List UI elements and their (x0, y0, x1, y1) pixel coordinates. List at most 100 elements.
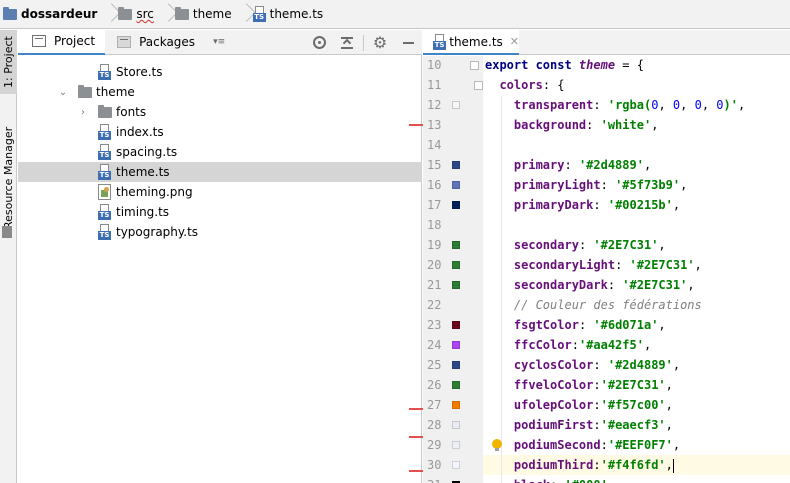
code-area[interactable]: export const theme = { colors: { transpa… (483, 56, 790, 483)
line-number: 13 (427, 118, 442, 132)
line-number: 14 (427, 138, 442, 152)
code-line[interactable]: background: 'white', (483, 115, 790, 135)
typescript-file-icon: TS (98, 164, 111, 180)
tree-item-typography-ts[interactable]: TS typography.ts (18, 222, 422, 242)
tool-tab-project[interactable]: 1: Project (0, 30, 17, 94)
breadcrumb-separator (160, 0, 170, 29)
folder-icon (118, 6, 133, 20)
color-swatch-icon[interactable] (452, 161, 460, 169)
tree-item-timing-ts[interactable]: TS timing.ts (18, 202, 422, 222)
color-swatch-icon[interactable] (452, 401, 460, 409)
code-line[interactable]: ffcColor:'#aa42f5', (483, 335, 790, 355)
folder-icon (3, 6, 17, 20)
hide-panel-button[interactable] (394, 30, 422, 55)
code-editor: TS theme.ts ✕ 10 11 12 13 14 15 16 17 18 19 20 21 22… (423, 30, 790, 483)
tree-item-theme-folder[interactable]: ⌄ theme (18, 82, 422, 102)
color-swatch-icon[interactable] (452, 261, 460, 269)
change-marker (409, 470, 423, 472)
tree-item-theming-png[interactable]: theming.png (18, 182, 422, 202)
line-number: 18 (427, 218, 442, 232)
code-line[interactable]: primary: '#2d4889', (483, 155, 790, 175)
line-number: 22 (427, 298, 442, 312)
tree-item-theme-ts[interactable]: TS theme.ts (18, 162, 422, 182)
typescript-file-icon: TS (98, 144, 111, 160)
project-panel-tabs: Project Packages ▾≡ ⚙ (18, 29, 422, 55)
code-line[interactable]: transparent: 'rgba(0, 0, 0, 0)', (483, 95, 790, 115)
close-icon[interactable]: ✕ (510, 35, 519, 48)
toolbar-divider (363, 34, 364, 51)
code-line[interactable] (483, 215, 790, 235)
typescript-file-icon: TS (98, 204, 111, 220)
fold-marker-icon[interactable] (474, 81, 483, 90)
code-line[interactable]: black: '#000', (483, 475, 790, 483)
code-line[interactable]: fsgtColor: '#6d071a', (483, 315, 790, 335)
collapse-all-button[interactable] (333, 30, 361, 55)
packages-view-icon (117, 36, 132, 48)
change-marker (409, 124, 423, 126)
editor-tabs: TS theme.ts ✕ (423, 30, 790, 55)
code-line[interactable]: podiumThird:'#f4f6fd', (483, 455, 790, 475)
color-swatch-icon[interactable] (452, 361, 460, 369)
chevron-down-icon[interactable]: ⌄ (58, 82, 68, 102)
code-line[interactable]: primaryDark: '#00215b', (483, 195, 790, 215)
typescript-file-icon: TS (252, 6, 266, 22)
color-swatch-icon[interactable] (452, 101, 460, 109)
code-line[interactable]: ffveloColor:'#2E7C31', (483, 375, 790, 395)
color-swatch-icon[interactable] (452, 241, 460, 249)
tool-tab-resource-manager[interactable]: Resource Manager (0, 122, 17, 234)
code-line[interactable]: secondary: '#2E7C31', (483, 235, 790, 255)
color-swatch-icon[interactable] (452, 381, 460, 389)
breadcrumb-separator (238, 0, 248, 29)
breadcrumb-item-theme-ts[interactable]: TS theme.ts (252, 0, 323, 29)
color-swatch-icon[interactable] (452, 321, 460, 329)
color-swatch-icon[interactable] (452, 181, 460, 189)
color-swatch-icon[interactable] (452, 201, 460, 209)
project-view-icon (32, 35, 46, 47)
code-line[interactable]: secondaryDark: '#2E7C31', (483, 275, 790, 295)
tree-item-store-ts[interactable]: TS Store.ts (18, 62, 422, 82)
editor-gutter: 10 11 12 13 14 15 16 17 18 19 20 21 22 23 24 25 26 27 28 29… (423, 56, 483, 483)
color-swatch-icon[interactable] (452, 341, 460, 349)
breadcrumb: dossardeur src theme TS theme.ts (0, 0, 790, 29)
project-panel: Project Packages ▾≡ ⚙ TS Store.ts ⌄ them… (18, 29, 422, 483)
left-tool-strip: 1: Project Resource Manager (0, 30, 17, 483)
code-line[interactable]: primaryLight: '#5f73b9', (483, 175, 790, 195)
code-line[interactable]: podiumSecond:'#EEF0F7', (483, 435, 790, 455)
color-swatch-icon[interactable] (452, 281, 460, 289)
color-swatch-icon[interactable] (452, 441, 460, 449)
typescript-file-icon: TS (433, 33, 446, 50)
tree-item-spacing-ts[interactable]: TS spacing.ts (18, 142, 422, 162)
code-line[interactable]: colors: { (483, 75, 790, 95)
breadcrumb-item-src[interactable]: src (118, 0, 175, 29)
color-swatch-icon[interactable] (452, 421, 460, 429)
code-line[interactable] (483, 135, 790, 155)
view-options-dropdown[interactable]: ▾≡ (213, 37, 225, 47)
locate-file-button[interactable] (305, 30, 333, 55)
line-number: 11 (427, 78, 442, 92)
lightbulb-icon[interactable] (492, 439, 502, 451)
chevron-right-icon[interactable]: › (78, 102, 88, 122)
settings-button[interactable]: ⚙ (366, 30, 394, 55)
code-line[interactable]: podiumFirst:'#eaecf3', (483, 415, 790, 435)
code-line[interactable]: export const theme = { (483, 55, 790, 75)
tree-item-fonts-folder[interactable]: › fonts (18, 102, 422, 122)
tab-theme-ts[interactable]: TS theme.ts ✕ (423, 30, 519, 55)
code-line[interactable]: // Couleur des fédérations (483, 295, 790, 315)
code-line[interactable]: ufolepColor:'#f57c00', (483, 395, 790, 415)
minimize-icon (402, 41, 414, 44)
breadcrumb-item-theme[interactable]: theme (174, 0, 253, 29)
tab-project[interactable]: Project (18, 29, 106, 55)
color-swatch-icon[interactable] (452, 461, 460, 469)
code-line[interactable]: cyclosColor: '#2d4889', (483, 355, 790, 375)
breadcrumb-separator (103, 0, 113, 29)
breadcrumb-item-dossardeur[interactable]: dossardeur (3, 0, 118, 29)
tree-item-index-ts[interactable]: TS index.ts (18, 122, 422, 142)
tab-packages[interactable]: Packages (105, 30, 205, 55)
project-tree: TS Store.ts ⌄ theme › fonts TS index.ts … (18, 55, 422, 483)
change-marker (409, 408, 423, 410)
panel-toolbar: ⚙ (305, 30, 422, 55)
code-line[interactable]: secondaryLight: '#2E7C31', (483, 255, 790, 275)
gear-icon: ⚙ (372, 33, 388, 52)
fold-marker-icon[interactable] (470, 61, 479, 70)
crosshair-icon (312, 36, 326, 49)
